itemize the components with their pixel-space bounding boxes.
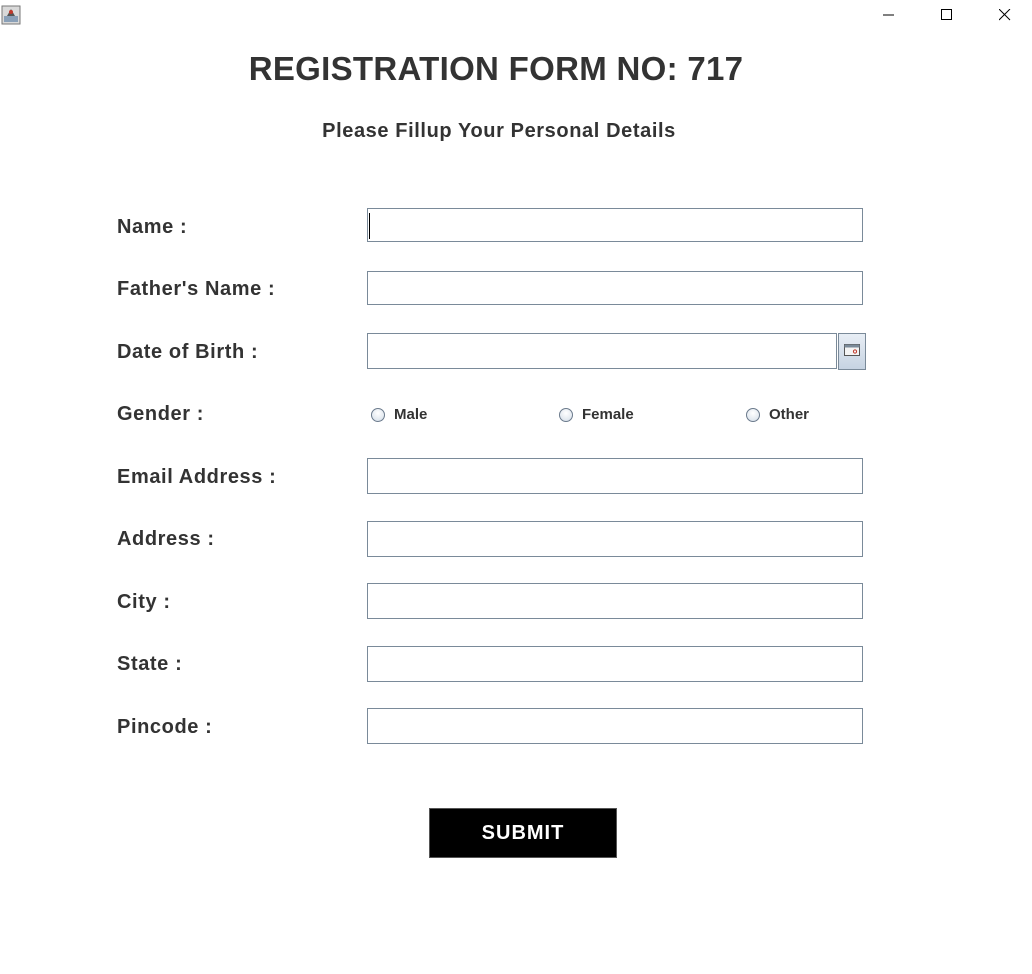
minimize-button[interactable] bbox=[860, 0, 918, 30]
name-label: Name : bbox=[117, 216, 188, 238]
dob-label: Date of Birth : bbox=[117, 341, 259, 363]
java-app-icon bbox=[1, 5, 21, 25]
pincode-label: Pincode : bbox=[117, 716, 213, 738]
gender-other-label: Other bbox=[769, 406, 810, 423]
radio-button-icon bbox=[559, 407, 573, 422]
minimize-icon bbox=[883, 9, 895, 21]
maximize-icon bbox=[941, 9, 953, 21]
maximize-button[interactable] bbox=[918, 0, 976, 30]
submit-button[interactable]: SUBMIT bbox=[429, 808, 617, 858]
pincode-input[interactable] bbox=[367, 708, 863, 744]
dob-input[interactable] bbox=[367, 333, 837, 369]
city-input[interactable] bbox=[367, 583, 863, 619]
form-title: REGISTRATION FORM NO: 717 bbox=[248, 50, 744, 87]
email-label: Email Address : bbox=[117, 466, 277, 488]
form-subtitle: Please Fillup Your Personal Details bbox=[322, 120, 676, 142]
gender-male-radio[interactable]: Male bbox=[371, 406, 427, 423]
gender-male-label: Male bbox=[394, 406, 428, 423]
gender-female-label: Female bbox=[582, 406, 634, 423]
gender-female-radio[interactable]: Female bbox=[559, 406, 634, 423]
radio-button-icon bbox=[371, 407, 385, 422]
calendar-button[interactable] bbox=[838, 333, 866, 370]
email-input[interactable] bbox=[367, 458, 863, 494]
close-icon bbox=[999, 9, 1011, 21]
city-label: City : bbox=[117, 591, 171, 613]
gender-other-radio[interactable]: Other bbox=[746, 406, 809, 423]
text-caret bbox=[369, 213, 370, 239]
state-input[interactable] bbox=[367, 646, 863, 682]
fathers-name-input[interactable] bbox=[367, 271, 863, 305]
gender-label: Gender : bbox=[117, 403, 205, 425]
address-input[interactable] bbox=[367, 521, 863, 557]
state-label: State : bbox=[117, 653, 183, 675]
fathers-name-label: Father's Name : bbox=[117, 278, 276, 300]
calendar-icon bbox=[844, 344, 860, 359]
address-label: Address : bbox=[117, 528, 215, 550]
name-input[interactable] bbox=[367, 208, 863, 242]
registration-window: REGISTRATION FORM NO: 717 Please Fillup … bbox=[0, 0, 1032, 974]
radio-button-icon bbox=[746, 407, 760, 422]
close-button[interactable] bbox=[976, 0, 1032, 30]
